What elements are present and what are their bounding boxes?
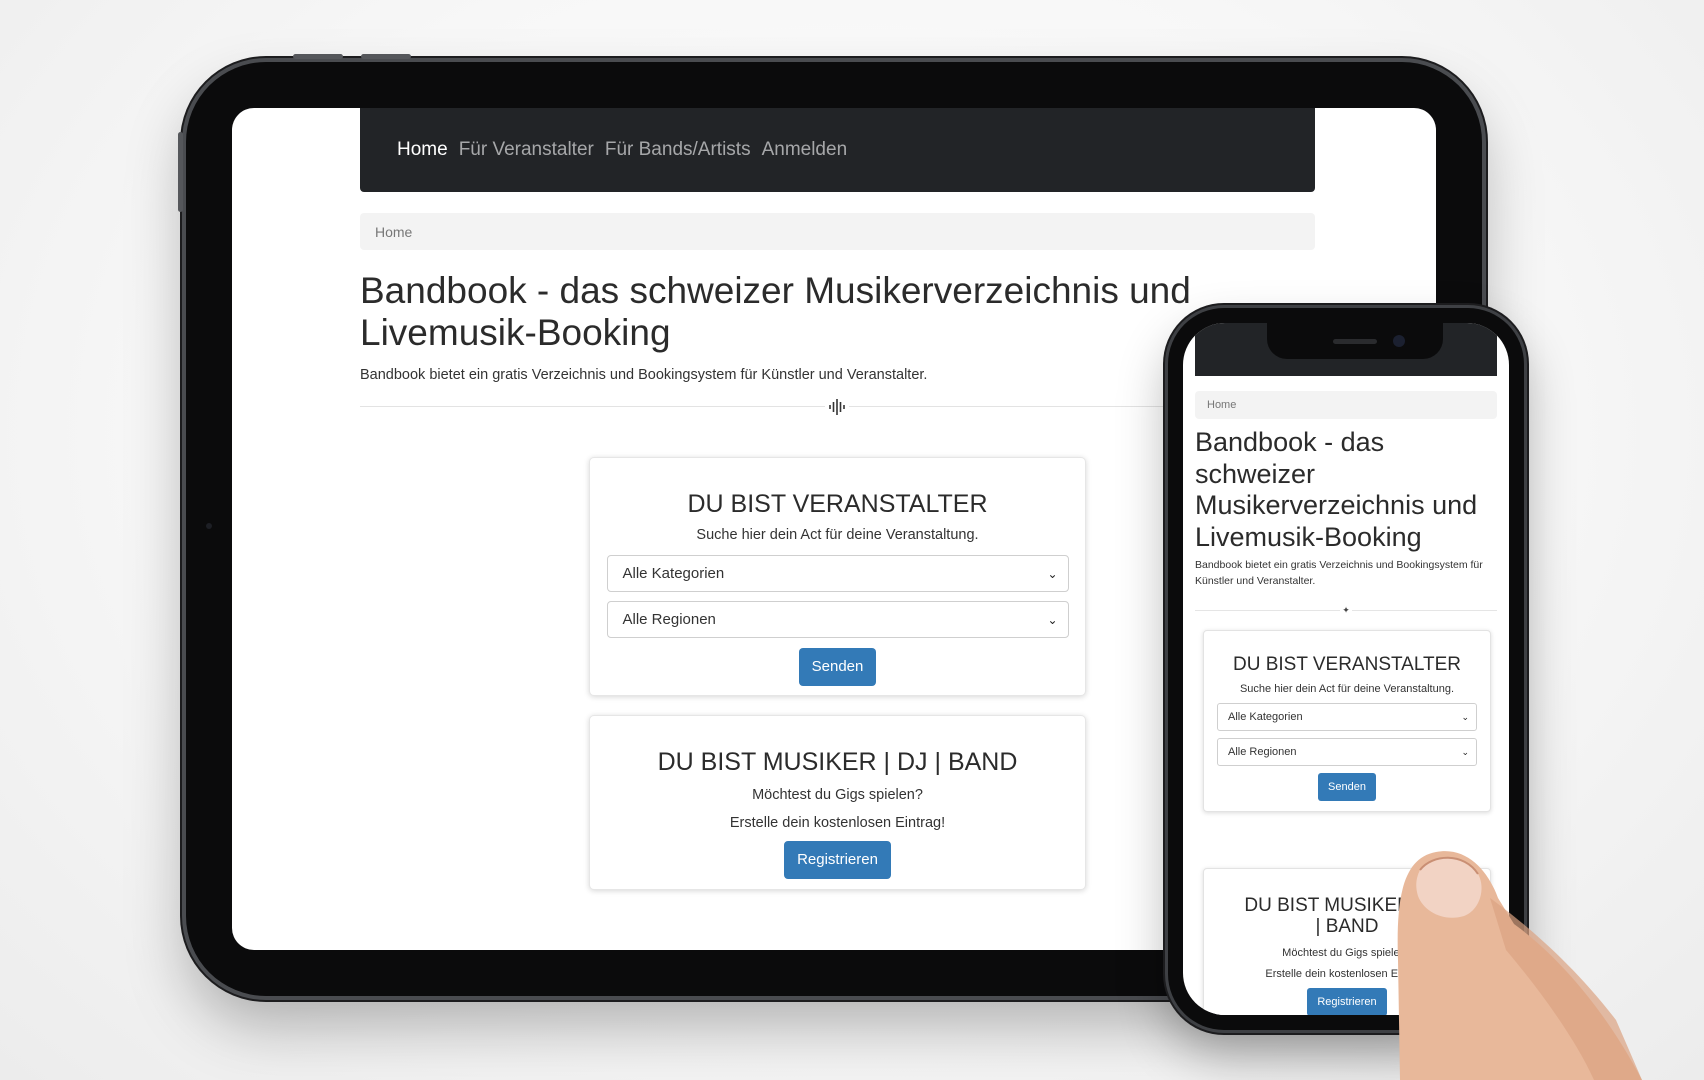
chevron-down-icon: ⌄ — [1461, 711, 1469, 722]
breadcrumb: Home — [360, 213, 1315, 250]
tablet-top-button — [361, 54, 411, 59]
chevron-down-icon: ⌄ — [1461, 746, 1469, 757]
organizer-heading: DU BIST VERANSTALTER — [687, 490, 988, 518]
phone-breadcrumb-home[interactable]: Home — [1207, 399, 1236, 411]
phone-send-button[interactable]: Senden — [1318, 773, 1376, 801]
region-select[interactable]: Alle Regionen ⌄ — [606, 601, 1069, 638]
phone-divider: ✦ — [1195, 604, 1497, 616]
register-button[interactable]: Registrieren — [784, 841, 891, 879]
phone-page-title: Bandbook - das schweizer Musikerverzeich… — [1195, 427, 1478, 552]
region-select-value: Alle Regionen — [622, 611, 716, 628]
waveform-icon: ✦ — [1340, 604, 1352, 616]
phone-organizer-heading: DU BIST VERANSTALTER — [1232, 654, 1462, 675]
phone-category-select[interactable]: Alle Kategorien ⌄ — [1217, 703, 1477, 731]
organizer-text: Suche hier dein Act für deine Veranstalt… — [696, 527, 979, 543]
hand-thumb-image — [1397, 851, 1642, 1080]
chevron-down-icon: ⌄ — [1047, 612, 1058, 627]
organizer-card: DU BIST VERANSTALTER Suche hier dein Act… — [589, 457, 1086, 696]
phone-region-select-value: Alle Regionen — [1228, 746, 1297, 758]
musician-text-1: Möchtest du Gigs spielen? — [752, 787, 923, 803]
nav-veranstalter[interactable]: Für Veranstalter — [459, 139, 594, 161]
navbar: Home Für Veranstalter Für Bands/Artists … — [360, 108, 1315, 192]
category-select[interactable]: Alle Kategorien ⌄ — [606, 555, 1069, 592]
phone-region-select[interactable]: Alle Regionen ⌄ — [1217, 738, 1477, 766]
tablet-top-button — [293, 54, 343, 59]
send-button[interactable]: Senden — [798, 648, 877, 686]
phone-breadcrumb: Home — [1195, 391, 1497, 419]
phone-notch — [1267, 323, 1443, 359]
phone-register-button[interactable]: Registrieren — [1307, 988, 1387, 1015]
nav-home[interactable]: Home — [397, 139, 448, 161]
tablet-side-button — [178, 132, 183, 212]
breadcrumb-home[interactable]: Home — [375, 224, 412, 240]
phone-speaker — [1333, 339, 1377, 344]
phone-organizer-card: DU BIST VERANSTALTER Suche hier dein Act… — [1203, 630, 1491, 812]
category-select-value: Alle Kategorien — [622, 565, 725, 582]
phone-category-select-value: Alle Kategorien — [1228, 711, 1303, 723]
waveform-icon — [825, 397, 849, 417]
phone-camera — [1393, 335, 1405, 347]
musician-card: DU BIST MUSIKER | DJ | BAND Möchtest du … — [589, 715, 1086, 890]
phone-page-lead: Bandbook bietet ein gratis Verzeichnis u… — [1195, 559, 1483, 587]
musician-heading: DU BIST MUSIKER | DJ | BAND — [657, 748, 1018, 776]
chevron-down-icon: ⌄ — [1047, 566, 1058, 581]
phone-organizer-text: Suche hier dein Act für deine Veranstalt… — [1239, 683, 1455, 695]
tablet-camera — [206, 523, 212, 529]
nav-bands-artists[interactable]: Für Bands/Artists — [605, 139, 751, 161]
musician-text-2: Erstelle dein kostenlosen Eintrag! — [729, 815, 946, 831]
nav-anmelden[interactable]: Anmelden — [762, 139, 848, 161]
